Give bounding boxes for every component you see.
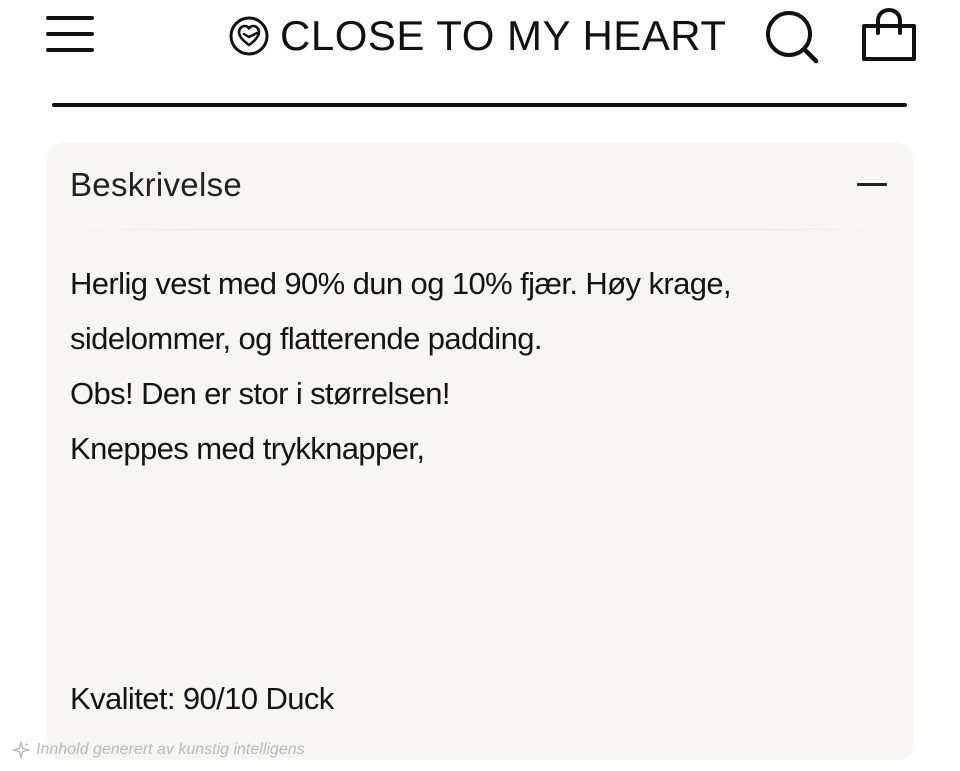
hamburger-menu-icon[interactable] [44,14,96,56]
accordion-header[interactable]: Beskrivelse [47,143,913,229]
description-line: Kneppes med trykknapper, [70,431,425,466]
description-line: Obs! Den er stor i størrelsen! [70,376,451,411]
product-description: Herlig vest med 90% dun og 10% fjær. Høy… [70,256,890,476]
shopping-bag-icon[interactable] [858,6,920,66]
description-accordion: Beskrivelse Herlig vest med 90% dun og 1… [47,143,913,760]
heart-circle-logo-icon [229,16,269,56]
description-line: Herlig vest med 90% dun og 10% fjær. Høy… [70,266,732,301]
header-divider [52,103,907,107]
brand-home-link[interactable]: CLOSE TO MY HEART [228,10,727,62]
ai-notice-text: Innhold generert av kunstig intelligens [36,741,305,758]
search-icon[interactable] [762,8,822,68]
product-page: CLOSE TO MY HEART Beskrivelse Herlig ves… [0,0,960,771]
product-quality: Kvalitet: 90/10 Duck [70,681,334,716]
description-line: sidelommer, og flatterende padding. [70,321,542,356]
ai-generated-notice: Innhold generert av kunstig intelligens [12,740,305,760]
site-header: CLOSE TO MY HEART [0,0,960,80]
minus-icon[interactable] [857,183,887,186]
sparkle-icon [12,741,30,759]
accordion-separator [73,229,887,230]
accordion-title: Beskrivelse [70,166,243,203]
brand-name: CLOSE TO MY HEART [280,12,727,59]
